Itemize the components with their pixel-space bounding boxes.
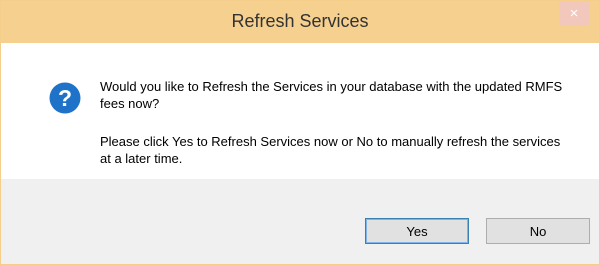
yes-button[interactable]: Yes bbox=[365, 218, 469, 244]
dialog-title: Refresh Services bbox=[231, 11, 369, 31]
button-bar: Yes No bbox=[1, 179, 599, 264]
close-icon: × bbox=[569, 5, 579, 22]
title-bar[interactable]: Refresh Services × bbox=[1, 1, 599, 43]
message-secondary: Please click Yes to Refresh Services now… bbox=[100, 134, 561, 166]
svg-text:?: ? bbox=[58, 85, 72, 111]
dialog-content: ? Would you like to Refresh the Services… bbox=[1, 43, 599, 179]
close-button[interactable]: × bbox=[559, 1, 589, 26]
question-icon: ? bbox=[49, 82, 81, 114]
dialog-window: Refresh Services × ? Would you like to R… bbox=[0, 0, 600, 265]
message-primary: Would you like to Refresh the Services i… bbox=[100, 79, 563, 111]
no-button[interactable]: No bbox=[486, 218, 590, 244]
